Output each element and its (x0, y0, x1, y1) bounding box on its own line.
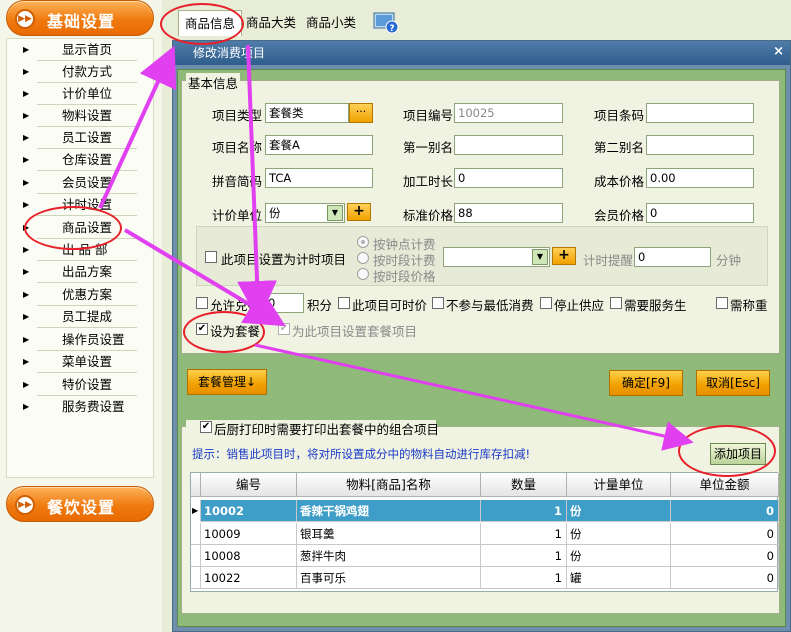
annotation-arrows (98, 44, 694, 451)
